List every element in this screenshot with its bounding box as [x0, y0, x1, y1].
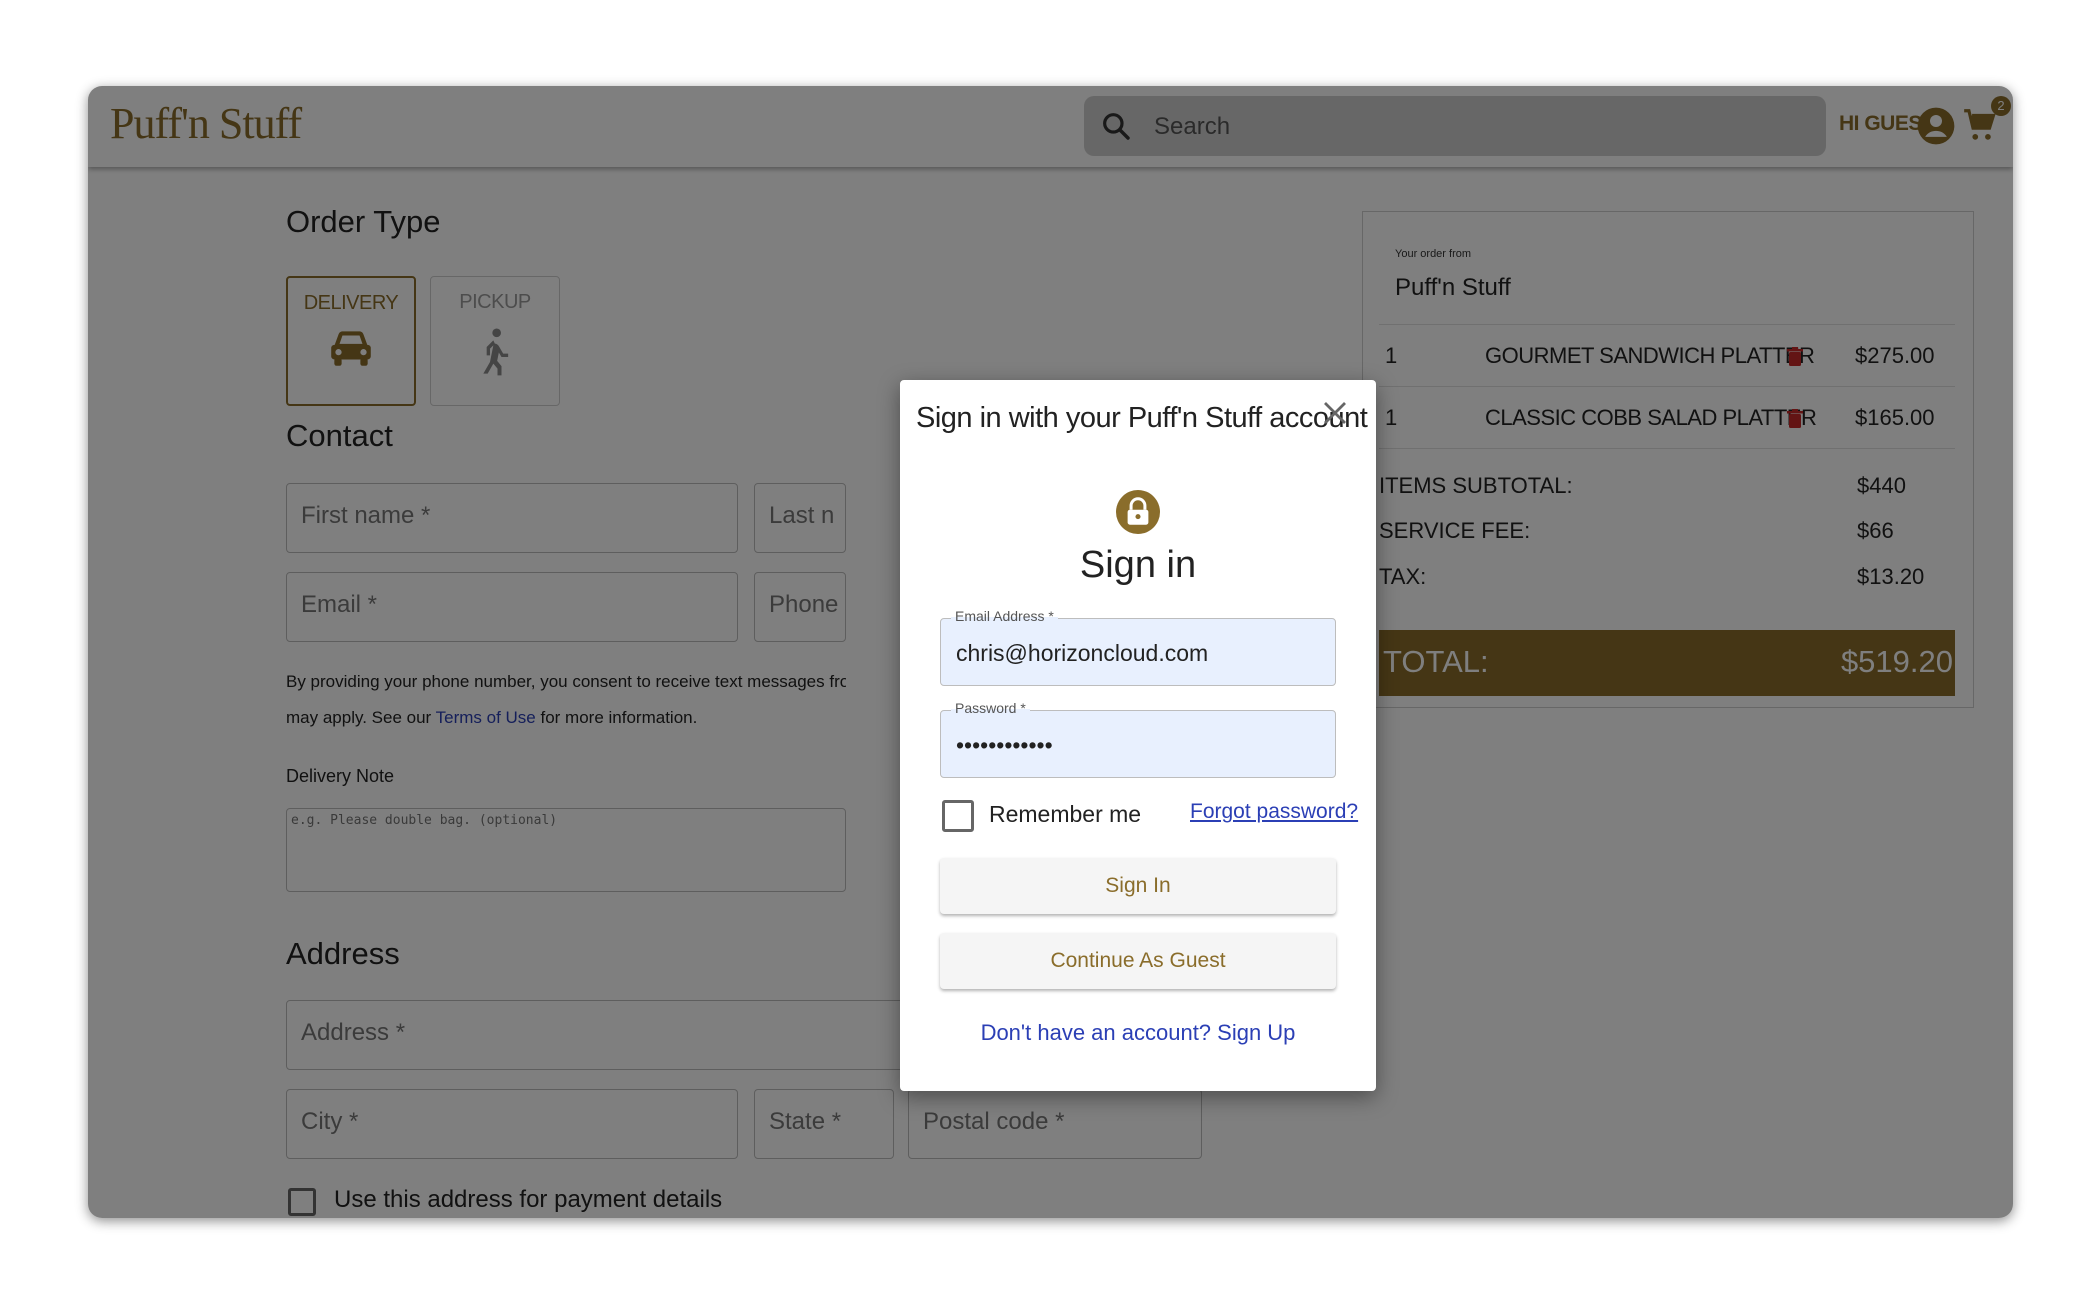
dialog-title: Sign in with your Puff'n Stuff account	[916, 402, 1368, 434]
lock-icon	[1127, 497, 1149, 525]
sign-in-dialog: Sign in with your Puff'n Stuff account S…	[900, 380, 1376, 1091]
email-address-field[interactable]: Email Address *	[940, 608, 1336, 686]
sign-in-heading: Sign in	[1079, 544, 1197, 586]
continue-as-guest-button[interactable]: Continue As Guest	[940, 933, 1336, 989]
email-address-label: Email Address *	[951, 608, 1058, 624]
remember-me-label: Remember me	[989, 801, 1142, 827]
remember-me-checkbox[interactable]	[942, 800, 974, 832]
browser-window: Puff'n Stuff HI GUEST 2 Order Type DELIV…	[88, 86, 2013, 1218]
close-icon[interactable]	[1320, 398, 1350, 428]
lock-avatar	[1116, 490, 1160, 534]
forgot-password-link[interactable]: Forgot password?	[1190, 800, 1358, 824]
password-input[interactable]	[954, 727, 1328, 763]
password-field[interactable]: Password *	[940, 700, 1336, 778]
password-label: Password *	[951, 700, 1030, 716]
sign-up-link[interactable]: Don't have an account? Sign Up	[900, 1020, 1376, 1046]
sign-in-button[interactable]: Sign In	[940, 858, 1336, 914]
email-address-input[interactable]	[954, 635, 1328, 671]
